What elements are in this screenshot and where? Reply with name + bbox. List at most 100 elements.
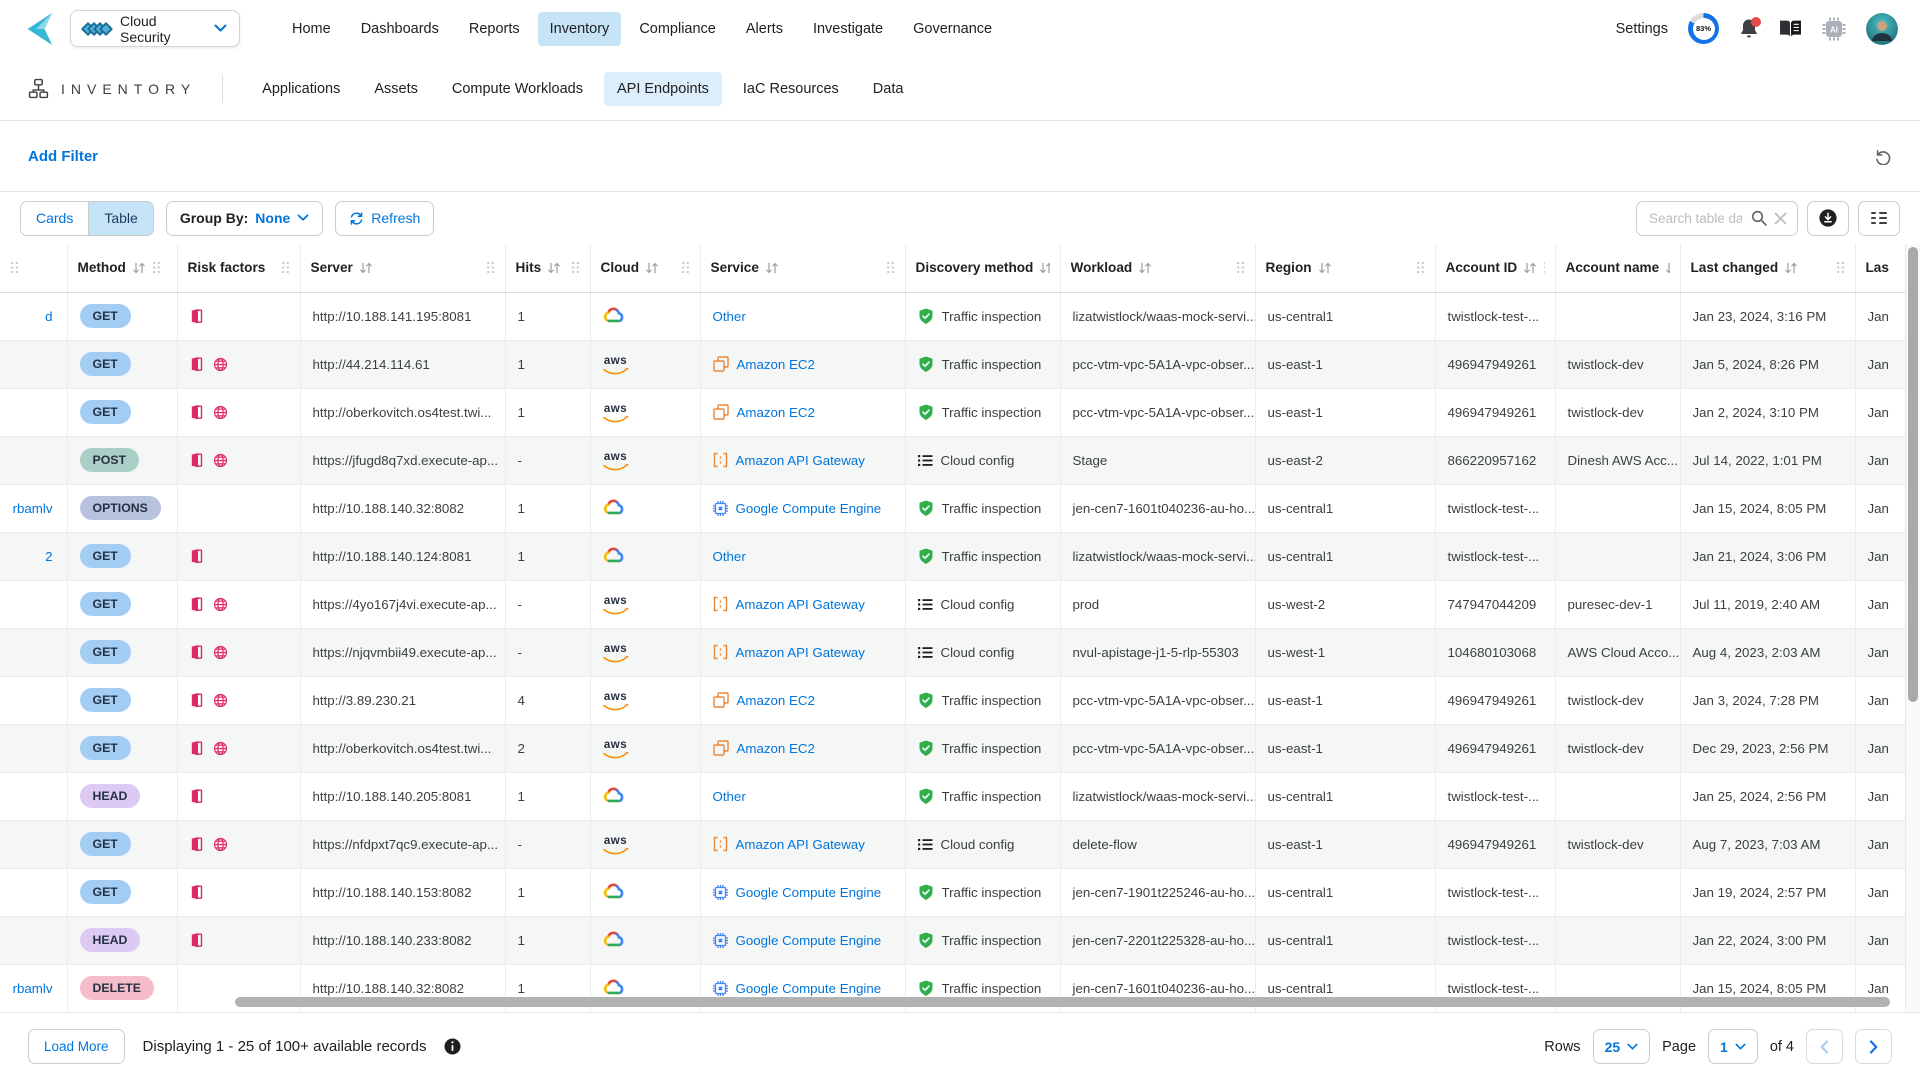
drag-handle-icon[interactable]: [571, 261, 580, 274]
column-header-discovery-method[interactable]: Discovery method: [905, 244, 1060, 292]
reset-filters-icon[interactable]: [1874, 148, 1892, 165]
column-header-hits[interactable]: Hits: [505, 244, 590, 292]
account-id-cell: 496947949261: [1435, 676, 1555, 724]
clear-search-icon[interactable]: [1774, 212, 1787, 225]
cloud-config-list-icon: [918, 646, 933, 659]
nav-item-governance[interactable]: Governance: [901, 12, 1004, 46]
table-row[interactable]: GEThttp://44.214.114.611awsAmazon EC2Tra…: [0, 340, 1905, 388]
vertical-scrollbar-thumb[interactable]: [1908, 247, 1918, 702]
refresh-button[interactable]: Refresh: [335, 201, 434, 236]
drag-handle-icon[interactable]: [1543, 261, 1544, 274]
service-link[interactable]: Google Compute Engine: [736, 501, 882, 516]
table-row[interactable]: GEThttp://oberkovitch.os4test.twi...1aws…: [0, 388, 1905, 436]
endpoint-link[interactable]: 2: [45, 549, 52, 564]
service-link[interactable]: Amazon EC2: [737, 741, 815, 756]
column-header-method[interactable]: Method: [67, 244, 177, 292]
column-header-endpoint[interactable]: [0, 244, 67, 292]
tab-api-endpoints[interactable]: API Endpoints: [604, 72, 722, 106]
documentation-book-icon[interactable]: [1779, 19, 1802, 38]
table-row[interactable]: GEThttps://4yo167j4vi.execute-ap...-awsA…: [0, 580, 1905, 628]
product-selector-dropdown[interactable]: Cloud Security: [70, 10, 240, 47]
table-row[interactable]: rbamlvOPTIONShttp://10.188.140.32:80821G…: [0, 484, 1905, 532]
service-link[interactable]: Amazon EC2: [737, 405, 815, 420]
nav-item-dashboards[interactable]: Dashboards: [349, 12, 451, 46]
rows-per-page-select[interactable]: 25: [1593, 1029, 1651, 1064]
info-icon[interactable]: [444, 1038, 461, 1055]
service-link[interactable]: Other: [713, 789, 746, 804]
user-avatar[interactable]: [1866, 13, 1898, 45]
table-row[interactable]: GEThttp://oberkovitch.os4test.twi...2aws…: [0, 724, 1905, 772]
drag-handle-icon[interactable]: [152, 261, 161, 274]
nav-item-compliance[interactable]: Compliance: [627, 12, 728, 46]
table-row[interactable]: GEThttps://nfdpxt7qc9.execute-ap...-awsA…: [0, 820, 1905, 868]
service-link[interactable]: Other: [713, 549, 746, 564]
nav-item-inventory[interactable]: Inventory: [538, 12, 622, 46]
ai-assistant-icon[interactable]: AI: [1822, 17, 1846, 41]
table-row[interactable]: POSThttps://jfugd8q7xd.execute-ap...-aws…: [0, 436, 1905, 484]
nav-item-investigate[interactable]: Investigate: [801, 12, 895, 46]
drag-handle-icon[interactable]: [10, 261, 19, 274]
drag-handle-icon[interactable]: [281, 261, 290, 274]
drag-handle-icon[interactable]: [486, 261, 495, 274]
column-settings-button[interactable]: [1858, 201, 1900, 236]
column-header-cloud[interactable]: Cloud: [590, 244, 700, 292]
endpoint-link[interactable]: rbamlv: [13, 981, 53, 996]
drag-handle-icon[interactable]: [886, 261, 895, 274]
nav-item-home[interactable]: Home: [280, 12, 343, 46]
column-header-last-seen[interactable]: Las: [1855, 244, 1905, 292]
drag-handle-icon[interactable]: [681, 261, 690, 274]
download-button[interactable]: [1807, 201, 1849, 236]
drag-handle-icon[interactable]: [1836, 261, 1845, 274]
endpoint-link[interactable]: d: [45, 309, 52, 324]
tab-data[interactable]: Data: [860, 72, 917, 106]
column-header-server[interactable]: Server: [300, 244, 505, 292]
settings-link[interactable]: Settings: [1616, 21, 1668, 37]
column-header-account-name[interactable]: Account name: [1555, 244, 1680, 292]
table-row[interactable]: 2GEThttp://10.188.140.124:80811OtherTraf…: [0, 532, 1905, 580]
service-link[interactable]: Amazon EC2: [737, 693, 815, 708]
usage-meter[interactable]: 83%: [1688, 13, 1719, 44]
add-filter-link[interactable]: Add Filter: [28, 148, 98, 165]
service-link[interactable]: Amazon API Gateway: [736, 837, 865, 852]
column-header-account-id[interactable]: Account ID: [1435, 244, 1555, 292]
service-link[interactable]: Amazon API Gateway: [736, 645, 865, 660]
service-link[interactable]: Amazon EC2: [737, 357, 815, 372]
column-header-workload[interactable]: Workload: [1060, 244, 1255, 292]
table-row[interactable]: HEADhttp://10.188.140.205:80811OtherTraf…: [0, 772, 1905, 820]
search-icon[interactable]: [1751, 210, 1767, 226]
endpoint-link[interactable]: rbamlv: [13, 501, 53, 516]
page-select[interactable]: 1: [1708, 1029, 1758, 1064]
tab-assets[interactable]: Assets: [361, 72, 431, 106]
group-by-dropdown[interactable]: Group By: None: [166, 201, 323, 236]
table-row[interactable]: GEThttp://10.188.140.153:80821Google Com…: [0, 868, 1905, 916]
horizontal-scrollbar-thumb[interactable]: [235, 997, 1890, 1007]
service-link[interactable]: Other: [713, 309, 746, 324]
service-link[interactable]: Google Compute Engine: [736, 981, 882, 996]
table-row[interactable]: HEADhttp://10.188.140.233:80821Google Co…: [0, 916, 1905, 964]
table-row[interactable]: GEThttps://njqvmbii49.execute-ap...-awsA…: [0, 628, 1905, 676]
search-input[interactable]: [1647, 210, 1744, 227]
service-link[interactable]: Google Compute Engine: [736, 933, 882, 948]
notifications-bell-icon[interactable]: [1739, 18, 1759, 40]
tab-applications[interactable]: Applications: [249, 72, 353, 106]
nav-item-reports[interactable]: Reports: [457, 12, 532, 46]
service-link[interactable]: Amazon API Gateway: [736, 453, 865, 468]
column-header-region[interactable]: Region: [1255, 244, 1435, 292]
previous-page-button[interactable]: [1806, 1029, 1843, 1064]
service-link[interactable]: Amazon API Gateway: [736, 597, 865, 612]
column-header-risk-factors[interactable]: Risk factors: [177, 244, 300, 292]
tab-iac-resources[interactable]: IaC Resources: [730, 72, 852, 106]
table-row[interactable]: dGEThttp://10.188.141.195:80811OtherTraf…: [0, 292, 1905, 340]
drag-handle-icon[interactable]: [1416, 261, 1425, 274]
table-row[interactable]: GEThttp://3.89.230.214awsAmazon EC2Traff…: [0, 676, 1905, 724]
column-header-last-changed[interactable]: Last changed: [1680, 244, 1855, 292]
tab-compute-workloads[interactable]: Compute Workloads: [439, 72, 596, 106]
load-more-button[interactable]: Load More: [28, 1029, 125, 1064]
service-link[interactable]: Google Compute Engine: [736, 885, 882, 900]
table-view-button[interactable]: Table: [88, 202, 152, 235]
drag-handle-icon[interactable]: [1236, 261, 1245, 274]
next-page-button[interactable]: [1855, 1029, 1892, 1064]
column-header-service[interactable]: Service: [700, 244, 905, 292]
nav-item-alerts[interactable]: Alerts: [734, 12, 795, 46]
cards-view-button[interactable]: Cards: [21, 202, 88, 235]
